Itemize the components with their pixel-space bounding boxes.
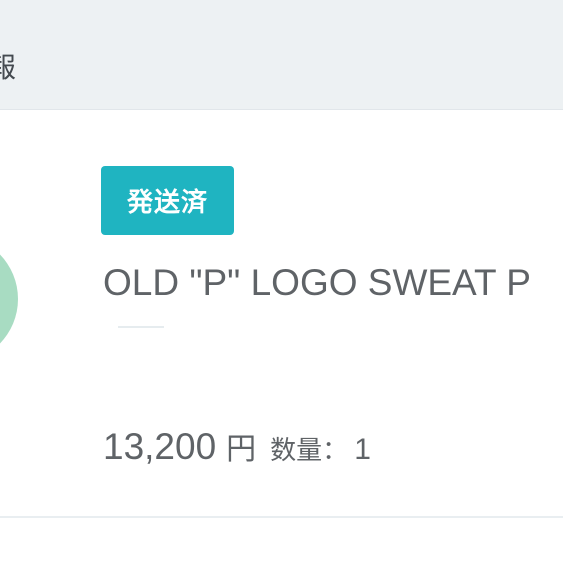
price-row: 13,200 円 数量： 1 [103, 428, 371, 465]
item-divider [0, 516, 563, 518]
quantity-label: 数量： [270, 436, 349, 466]
section-header: 報 [0, 0, 563, 110]
order-item-card[interactable]: 発送済 OLD "P" LOGO SWEAT P 13,200 円 数量： 1 [0, 110, 563, 518]
product-name[interactable]: OLD "P" LOGO SWEAT P [103, 264, 531, 301]
section-header-title: 報 [0, 51, 17, 84]
product-variant-placeholder [118, 326, 164, 328]
product-thumbnail[interactable] [0, 235, 18, 363]
price-value: 13,200 [103, 426, 217, 467]
currency-label: 円 [226, 432, 257, 467]
quantity-value: 1 [354, 433, 371, 466]
status-badge: 発送済 [101, 166, 234, 235]
order-detail-page: 報 発送済 OLD "P" LOGO SWEAT P 13,200 円 数量： … [0, 0, 563, 563]
